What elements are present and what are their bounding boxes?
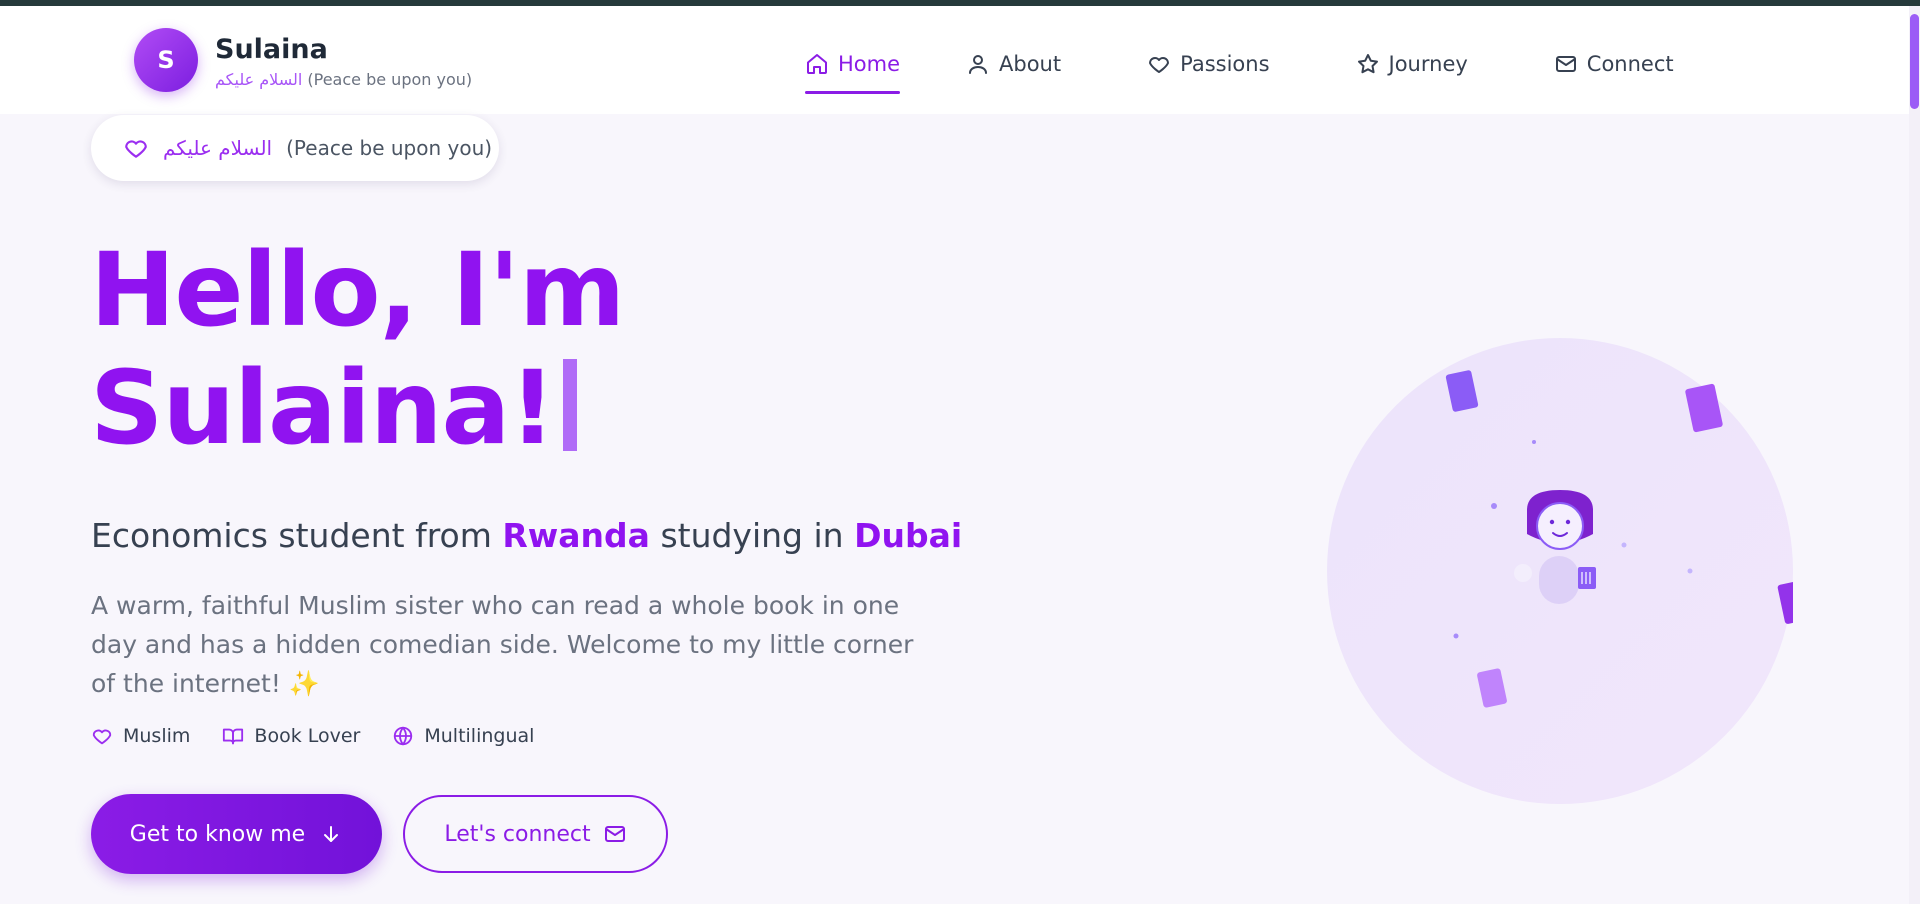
hero-subtitle: Economics student from Rwanda studying i… (91, 516, 962, 555)
subtitle-middle: studying in (660, 516, 844, 555)
heart-icon (125, 140, 147, 158)
get-to-know-me-label: Get to know me (129, 821, 306, 847)
greeting-arabic: السلام عليكم (163, 136, 273, 160)
nav-home[interactable]: Home (805, 46, 901, 94)
typing-cursor (562, 359, 577, 451)
brand-sub-english: (Peace be upon you) (307, 70, 473, 89)
hero-illustration (1327, 338, 1793, 804)
hero-description: A warm, faithful Muslim sister who can r… (91, 591, 914, 698)
site-header: S Sulaina السلام عليكم (Peace be upon yo… (0, 6, 1909, 114)
character-shadow (1514, 564, 1532, 582)
page-scrollbar[interactable] (1909, 6, 1920, 904)
brand-subtitle: السلام عليكم (Peace be upon you) (215, 70, 472, 89)
book-icon (223, 728, 244, 745)
home-icon (807, 54, 827, 74)
sparkle-dot (1687, 568, 1693, 574)
tag-muslim: Muslim (91, 725, 190, 747)
main-nav: Home About Passions Journey Connect (805, 46, 1674, 94)
mail-icon (1555, 56, 1576, 72)
tag-multilingual: Multilingual (392, 725, 534, 747)
tag-label: Book Lover (254, 725, 361, 747)
heart-icon (1149, 57, 1170, 73)
nav-about[interactable]: About (966, 46, 1061, 82)
character-eye (1549, 519, 1555, 525)
tag-list: Muslim Book Lover Multilingual (91, 725, 534, 747)
tag-label: Multilingual (424, 725, 535, 747)
tag-label: Muslim (123, 725, 191, 747)
nav-journey[interactable]: Journey (1356, 46, 1468, 82)
nav-passions[interactable]: Passions (1147, 46, 1270, 82)
get-to-know-me-button[interactable]: Get to know me (91, 794, 382, 874)
scrollbar-thumb[interactable] (1910, 14, 1919, 109)
globe-icon (394, 726, 413, 746)
hero-title: Hello, I'm Sulaina! (90, 231, 625, 468)
brand-name[interactable]: Sulaina (215, 34, 328, 65)
mail-icon (604, 826, 625, 842)
tag-book-lover: Book Lover (222, 725, 360, 747)
nav-about-label: About (999, 52, 1062, 76)
brand-sub-arabic: السلام عليكم (215, 70, 303, 89)
nav-connect[interactable]: Connect (1554, 46, 1674, 82)
heart-icon (92, 729, 112, 745)
greeting-pill: السلام عليكم (Peace be upon you) (91, 115, 499, 181)
nav-home-label: Home (838, 52, 901, 76)
sparkle-dot (1621, 542, 1627, 548)
character-eye (1565, 519, 1571, 525)
star-icon (1357, 54, 1378, 74)
lets-connect-button[interactable]: Let's connect (403, 795, 668, 873)
lets-connect-label: Let's connect (444, 821, 591, 847)
nav-connect-label: Connect (1586, 52, 1674, 76)
subtitle-city: Dubai (854, 516, 963, 555)
user-icon (969, 55, 988, 74)
hero-title-line2: Sulaina! (90, 349, 556, 468)
sparkle-dot (1491, 503, 1497, 509)
greeting-english: (Peace be upon you) (286, 136, 493, 160)
subtitle-prefix: Economics student from (91, 516, 492, 555)
character-body (1539, 556, 1579, 604)
sparkle-dot (1532, 440, 1536, 444)
subtitle-country: Rwanda (502, 516, 650, 555)
logo-avatar[interactable]: S (134, 28, 198, 92)
arrow-down-icon (324, 826, 339, 842)
nav-journey-label: Journey (1388, 52, 1468, 76)
hero-title-line1: Hello, I'm (90, 231, 625, 350)
character-book-icon (1578, 567, 1596, 589)
sparkle-dot (1453, 633, 1459, 639)
nav-passions-label: Passions (1180, 52, 1270, 76)
character-face (1536, 502, 1584, 550)
